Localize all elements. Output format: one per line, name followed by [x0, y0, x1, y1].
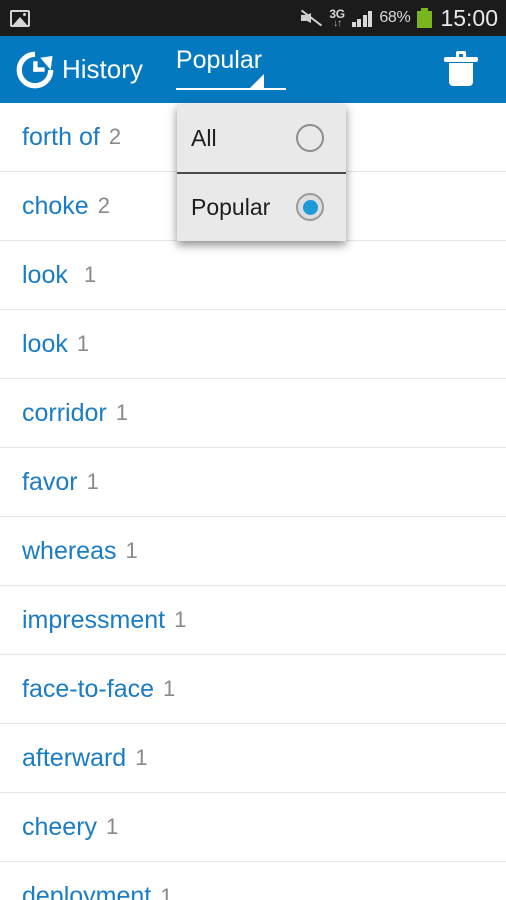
- list-item[interactable]: look 1: [0, 310, 506, 379]
- dropdown-option-label: All: [191, 124, 217, 151]
- history-word: cheery: [22, 812, 98, 841]
- dropdown-option-popular[interactable]: Popular: [177, 172, 346, 240]
- filter-spinner-value: Popular: [175, 46, 263, 74]
- status-bar-right: 3G ↓↑ 68% 15:00: [300, 5, 498, 32]
- list-item[interactable]: afterward 1: [0, 724, 506, 793]
- gallery-icon: [10, 9, 30, 27]
- battery-percent: 68%: [379, 9, 411, 26]
- history-count: 1: [76, 331, 90, 356]
- filter-spinner[interactable]: Popular: [175, 43, 286, 96]
- history-word: face-to-face: [22, 674, 155, 703]
- status-bar-left: [10, 9, 30, 27]
- list-item[interactable]: face-to-face 1: [0, 655, 506, 724]
- list-item[interactable]: deployment 1: [0, 862, 506, 900]
- list-item[interactable]: cheery 1: [0, 793, 506, 862]
- history-word: look: [22, 260, 68, 289]
- mute-icon: [300, 8, 323, 28]
- network-arrows: ↓↑: [333, 17, 342, 29]
- list-item[interactable]: impressment 1: [0, 586, 506, 655]
- list-item[interactable]: corridor 1: [0, 379, 506, 448]
- status-bar: 3G ↓↑ 68% 15:00: [0, 0, 506, 36]
- history-count: 1: [135, 745, 148, 770]
- history-word: look: [22, 329, 68, 358]
- history-word: forth of: [22, 122, 100, 151]
- spinner-underline: [175, 88, 286, 90]
- history-restore-icon[interactable]: [14, 49, 56, 91]
- history-count: 1: [160, 883, 173, 900]
- radio-unselected-icon[interactable]: [296, 124, 324, 152]
- history-count: 1: [83, 262, 97, 287]
- action-bar: History Popular: [0, 36, 506, 103]
- radio-selected-icon[interactable]: [296, 193, 324, 221]
- list-item[interactable]: whereas 1: [0, 517, 506, 586]
- app-screen: 3G ↓↑ 68% 15:00 History Popular forth of…: [0, 0, 506, 900]
- trash-icon[interactable]: [444, 50, 478, 90]
- list-item[interactable]: favor 1: [0, 448, 506, 517]
- history-word: afterward: [22, 743, 127, 772]
- history-word: deployment: [22, 882, 152, 900]
- signal-icon: [351, 10, 373, 27]
- history-word: whereas: [22, 536, 117, 565]
- network-3g-icon: 3G ↓↑: [329, 8, 345, 29]
- battery-icon: [417, 8, 433, 28]
- history-count: 1: [174, 607, 187, 632]
- history-word: corridor: [22, 398, 107, 427]
- page-title: History: [62, 54, 143, 84]
- history-count: 1: [125, 538, 138, 563]
- history-count: 2: [97, 193, 110, 218]
- history-count: 2: [108, 124, 122, 149]
- history-count: 1: [163, 676, 176, 701]
- dropdown-option-label: Popular: [191, 193, 271, 220]
- chevron-down-icon: [250, 74, 265, 88]
- history-word: impressment: [22, 605, 166, 634]
- filter-dropdown-menu[interactable]: All Popular: [177, 104, 346, 241]
- history-count: 1: [86, 469, 99, 494]
- list-item[interactable]: look 1: [0, 241, 506, 310]
- dropdown-option-all[interactable]: All: [177, 104, 346, 172]
- history-word: choke: [22, 191, 89, 220]
- status-bar-clock: 15:00: [440, 4, 498, 31]
- history-count: 1: [106, 814, 119, 839]
- history-word: favor: [22, 467, 78, 496]
- history-count: 1: [115, 400, 128, 425]
